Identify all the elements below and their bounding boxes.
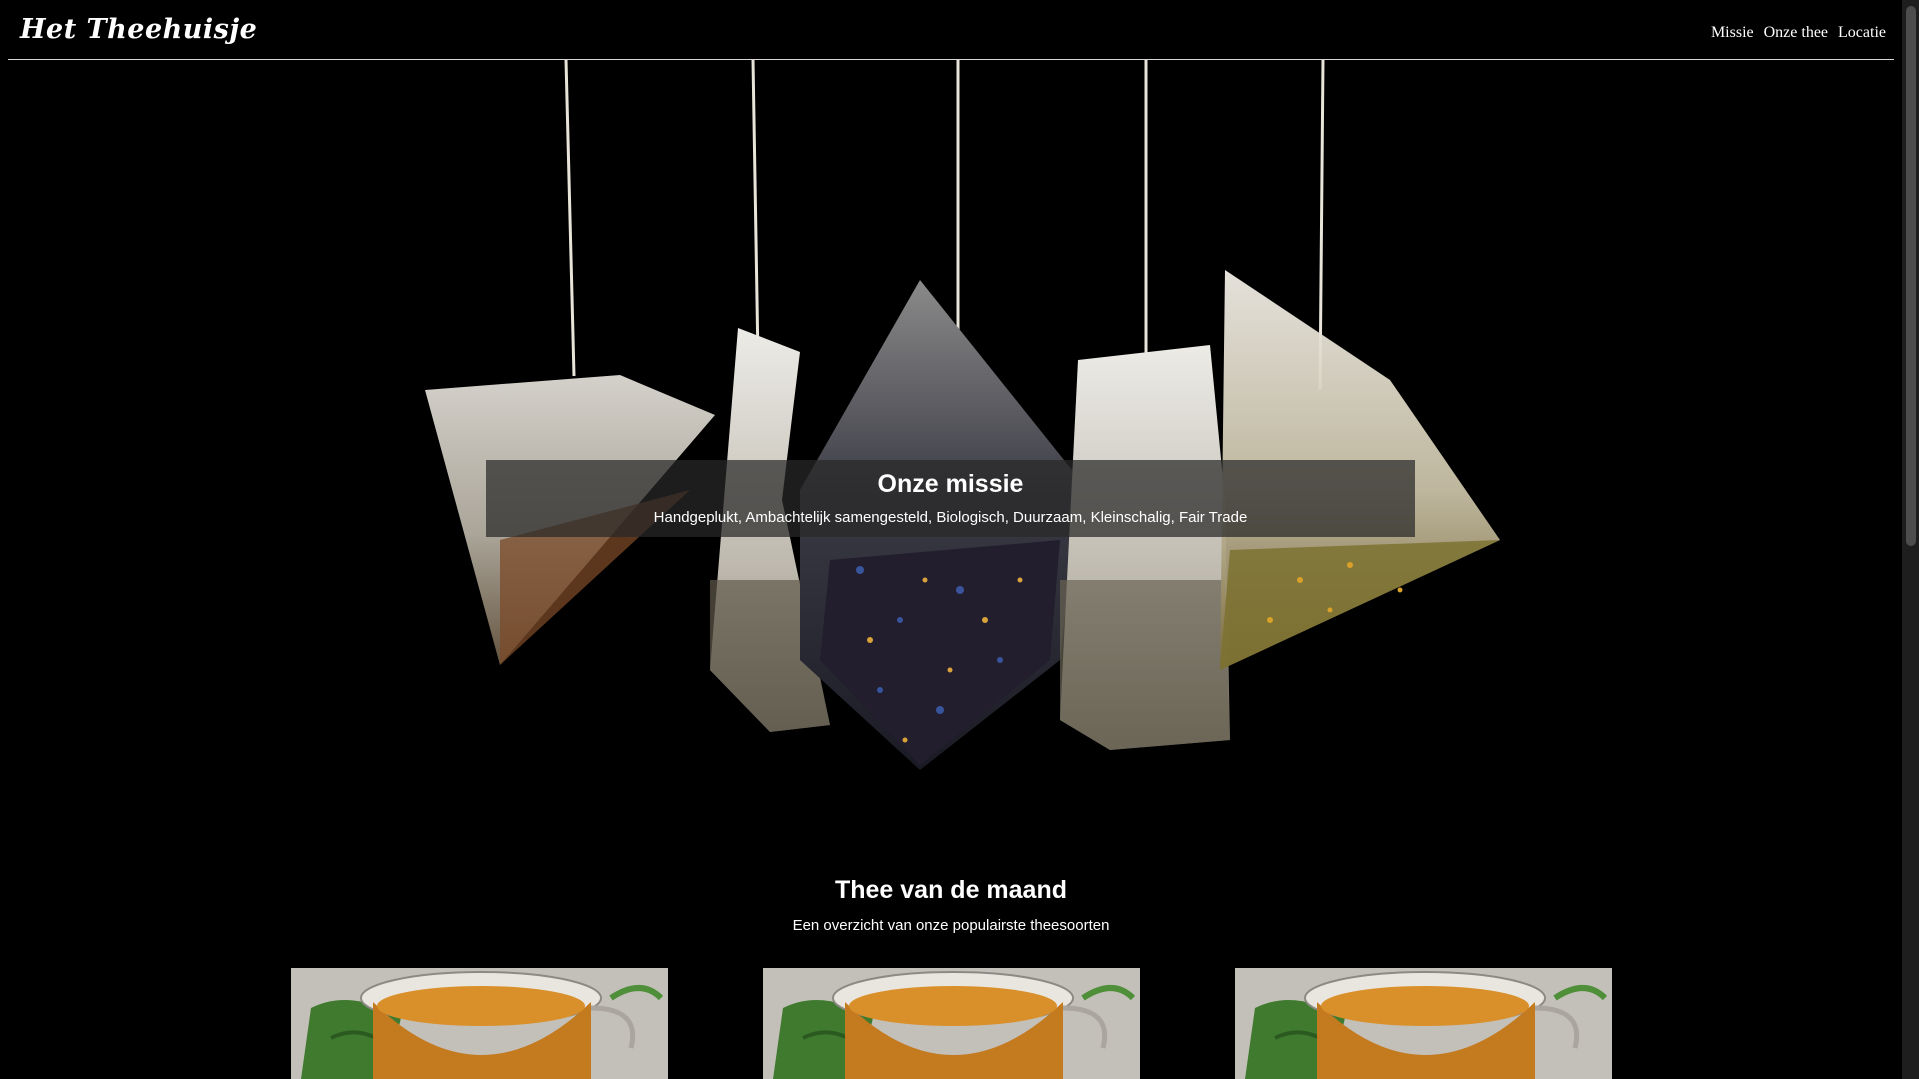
mission-title: Onze missie <box>877 470 1024 498</box>
tea-bags-image <box>425 60 1500 770</box>
nav-link-missie[interactable]: Missie <box>1711 24 1754 42</box>
tea-of-month-section: Thee van de maand Een overzicht van onze… <box>0 876 1902 934</box>
site-logo[interactable]: Het Theehuisje <box>20 14 257 45</box>
tea-of-month-title: Thee van de maand <box>834 876 1068 904</box>
nav-link-onze-thee[interactable]: Onze thee <box>1764 24 1828 42</box>
main-nav: Missie Onze thee Locatie <box>1711 24 1886 42</box>
tea-card-3[interactable] <box>1235 968 1612 1079</box>
scrollbar-thumb[interactable] <box>1906 6 1916 546</box>
tea-card-1[interactable] <box>291 968 668 1079</box>
tea-cup-image <box>763 968 1140 1079</box>
tea-cup-image <box>291 968 668 1079</box>
page: Het Theehuisje Missie Onze thee Locatie <box>0 0 1919 1079</box>
mission-banner: Onze missie Handgeplukt, Ambachtelijk sa… <box>486 460 1415 537</box>
tea-bag-4 <box>1060 345 1230 750</box>
site-header: Het Theehuisje Missie Onze thee Locatie <box>8 0 1894 60</box>
page-scrollbar[interactable] <box>1902 0 1919 1079</box>
nav-link-locatie[interactable]: Locatie <box>1838 24 1886 42</box>
hero-section: Onze missie Handgeplukt, Ambachtelijk sa… <box>0 60 1902 800</box>
tea-cup-image <box>1235 968 1612 1079</box>
mission-subtitle: Handgeplukt, Ambachtelijk samengesteld, … <box>653 509 1248 526</box>
tea-card-2[interactable] <box>763 968 1140 1079</box>
tea-of-month-subtitle: Een overzicht van onze populairste thees… <box>792 917 1110 934</box>
